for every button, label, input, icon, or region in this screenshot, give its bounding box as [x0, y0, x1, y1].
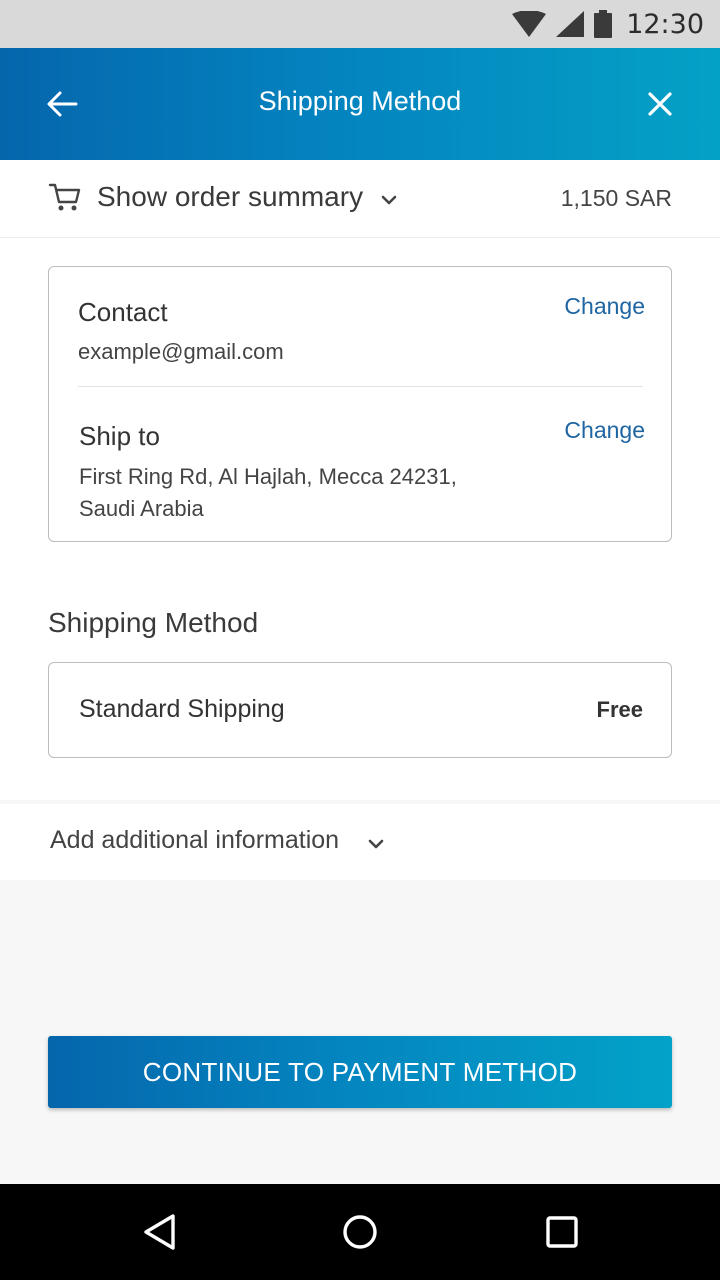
close-icon[interactable] — [640, 84, 680, 124]
continue-to-payment-button[interactable]: CONTINUE TO PAYMENT METHOD — [48, 1036, 672, 1108]
shipping-option-standard[interactable]: Standard Shipping Free — [48, 662, 672, 758]
home-circle-icon[interactable] — [340, 1212, 380, 1252]
app-bar: Shipping Method — [0, 48, 720, 160]
ship-to-title: Ship to — [79, 421, 160, 451]
cart-icon — [48, 183, 81, 211]
chevron-down-icon — [381, 195, 397, 205]
status-time: 12:30 — [626, 8, 704, 40]
order-summary-label: Show order summary — [97, 181, 364, 212]
status-bar: 12:30 — [0, 0, 720, 48]
signal-icon — [556, 11, 585, 37]
order-summary-toggle[interactable]: Show order summary 1,150 SAR — [0, 160, 720, 238]
contact-title: Contact — [78, 297, 168, 327]
order-total: 1,150 SAR — [560, 185, 672, 211]
additional-info-toggle[interactable]: Add additional information — [0, 804, 720, 880]
main-content: Contact example@gmail.com Change Ship to… — [0, 238, 720, 800]
page-title: Shipping Method — [258, 86, 462, 116]
status-icons: 12:30 — [512, 0, 704, 48]
divider — [78, 386, 643, 387]
change-ship-to-link[interactable]: Change — [564, 417, 645, 444]
review-card: Contact example@gmail.com Change Ship to… — [48, 266, 672, 542]
recents-square-icon[interactable] — [542, 1212, 582, 1252]
wifi-icon — [512, 11, 547, 37]
shipping-method-heading: Shipping Method — [48, 607, 259, 638]
additional-info-label: Add additional information — [50, 826, 340, 854]
back-triangle-icon[interactable] — [140, 1212, 180, 1252]
shipping-option-name: Standard Shipping — [79, 695, 285, 723]
battery-icon — [594, 10, 613, 38]
shipping-option-price: Free — [596, 697, 643, 722]
system-nav-bar — [0, 1184, 720, 1280]
contact-value: example@gmail.com — [78, 339, 284, 364]
ship-to-value: First Ring Rd, Al Hajlah, Mecca 24231, S… — [79, 464, 457, 521]
change-contact-link[interactable]: Change — [564, 293, 645, 320]
chevron-down-icon — [368, 839, 384, 849]
